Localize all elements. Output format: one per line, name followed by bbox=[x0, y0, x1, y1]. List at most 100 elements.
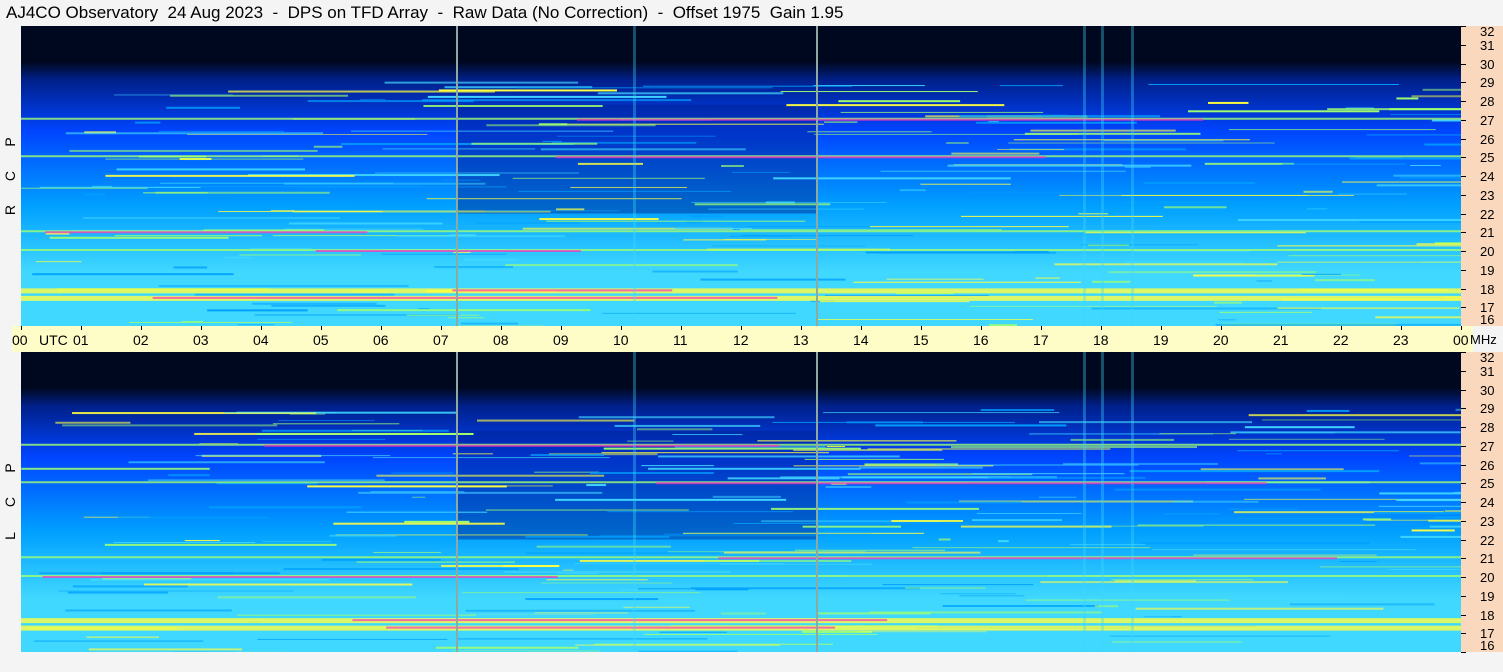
freq-tick-label: 17 bbox=[1480, 300, 1495, 316]
freq-tick-label: 26 bbox=[1480, 457, 1495, 473]
interference-line bbox=[1416, 243, 1461, 246]
interference-line bbox=[824, 121, 858, 123]
interference-line bbox=[556, 135, 716, 137]
interference-line bbox=[72, 585, 188, 588]
interference-line bbox=[1115, 632, 1306, 634]
freq-tick bbox=[1461, 26, 1466, 27]
time-tick-label: 00 bbox=[1453, 332, 1469, 348]
interference-line bbox=[1388, 569, 1461, 571]
interference-line bbox=[475, 222, 581, 224]
interference-line bbox=[1366, 134, 1461, 136]
interference-line bbox=[1375, 316, 1461, 319]
interference-line bbox=[32, 322, 128, 324]
interference-line bbox=[224, 256, 252, 259]
interference-line bbox=[757, 440, 957, 442]
freq-tick-label: 32 bbox=[1480, 24, 1495, 39]
interference-line bbox=[638, 650, 738, 652]
interference-line bbox=[1307, 208, 1328, 210]
interference-line bbox=[530, 314, 572, 316]
freq-tick-label: 30 bbox=[1480, 382, 1495, 398]
interference-line bbox=[727, 477, 840, 480]
interference-line bbox=[891, 519, 963, 522]
interference-line bbox=[471, 142, 598, 145]
interference-line bbox=[168, 474, 210, 477]
interference-line bbox=[486, 124, 656, 127]
interference-line bbox=[969, 305, 1217, 307]
interference-line bbox=[463, 258, 517, 261]
freq-tick bbox=[1461, 251, 1466, 252]
lcp-frequency-axis: 16 17 18 19 20 21 22 23 24 25 26 27 28 29 30 31 32 bbox=[1461, 351, 1503, 653]
freq-tick-label: 20 bbox=[1480, 570, 1495, 585]
interference-line bbox=[1035, 277, 1060, 279]
time-tick-label: 10 bbox=[613, 332, 629, 348]
interference-line bbox=[534, 612, 628, 614]
interference-line bbox=[1210, 518, 1372, 520]
freq-tick bbox=[1461, 63, 1466, 65]
interference-line bbox=[1092, 280, 1131, 283]
interference-line bbox=[1277, 261, 1461, 263]
interference-line bbox=[542, 140, 562, 142]
time-tick-label: 08 bbox=[493, 332, 509, 348]
interference-line bbox=[32, 273, 234, 276]
interference-line bbox=[1151, 549, 1416, 551]
freq-tick-label: 20 bbox=[1480, 244, 1495, 259]
interference-line bbox=[1396, 499, 1461, 502]
interference-line bbox=[536, 545, 671, 548]
freq-tick bbox=[1461, 502, 1466, 503]
interference-line bbox=[1326, 272, 1461, 275]
interference-line bbox=[504, 570, 731, 573]
freq-tick-label: 23 bbox=[1480, 187, 1495, 203]
interference-line bbox=[947, 164, 1192, 167]
interference-line bbox=[67, 591, 169, 594]
interference-line bbox=[540, 148, 746, 151]
interference-line bbox=[999, 85, 1063, 87]
freq-tick bbox=[1461, 577, 1466, 578]
vertical-interference bbox=[1101, 26, 1104, 326]
interference-line bbox=[723, 238, 816, 240]
interference-line bbox=[773, 177, 1011, 180]
time-tick bbox=[1161, 326, 1162, 330]
utc-time-axis: 00 01 02 03 04 05 06 07 08 09 10 11 12 13 14 15 16 17 18 19… bbox=[12, 326, 1473, 352]
time-tick bbox=[261, 326, 262, 330]
interference-line bbox=[158, 130, 285, 132]
interference-line bbox=[724, 551, 981, 554]
interference-line bbox=[1229, 129, 1436, 131]
interference-line bbox=[619, 589, 696, 592]
freq-tick bbox=[1461, 232, 1466, 234]
interference-line bbox=[685, 221, 703, 223]
vertical-interference bbox=[1131, 26, 1134, 326]
interference-line bbox=[926, 614, 1173, 617]
time-tick-label: 02 bbox=[133, 332, 149, 348]
time-marker-line bbox=[456, 352, 458, 652]
freq-tick-label: 25 bbox=[1480, 476, 1495, 492]
interference-line bbox=[823, 412, 1060, 414]
time-tick bbox=[861, 326, 862, 330]
freq-tick bbox=[1461, 389, 1466, 391]
interference-line bbox=[793, 465, 994, 467]
interference-line bbox=[1409, 455, 1461, 457]
time-tick bbox=[1461, 326, 1462, 330]
time-tick bbox=[501, 326, 502, 330]
interference-line bbox=[441, 565, 514, 568]
freq-tick-label: 31 bbox=[1480, 37, 1495, 53]
interference-line bbox=[194, 293, 395, 296]
interference-line bbox=[1429, 525, 1461, 528]
interference-line bbox=[980, 409, 1055, 412]
interference-line bbox=[1081, 244, 1198, 246]
freq-tick bbox=[1461, 352, 1466, 353]
time-tick bbox=[1281, 326, 1282, 330]
interference-line bbox=[968, 191, 1119, 193]
pol-letter-c: C bbox=[2, 170, 18, 182]
interference-line bbox=[461, 322, 519, 325]
time-tick bbox=[321, 326, 322, 330]
freq-tick-label: 27 bbox=[1480, 112, 1495, 128]
time-tick-label: 19 bbox=[1153, 332, 1169, 348]
interference-line bbox=[959, 115, 1160, 118]
interference-line bbox=[166, 106, 241, 109]
interference-line bbox=[375, 172, 580, 174]
interference-line bbox=[534, 471, 599, 473]
interference-line bbox=[350, 206, 438, 209]
interference-line bbox=[65, 132, 324, 135]
interference-line bbox=[250, 248, 312, 250]
interference-line bbox=[333, 522, 505, 525]
